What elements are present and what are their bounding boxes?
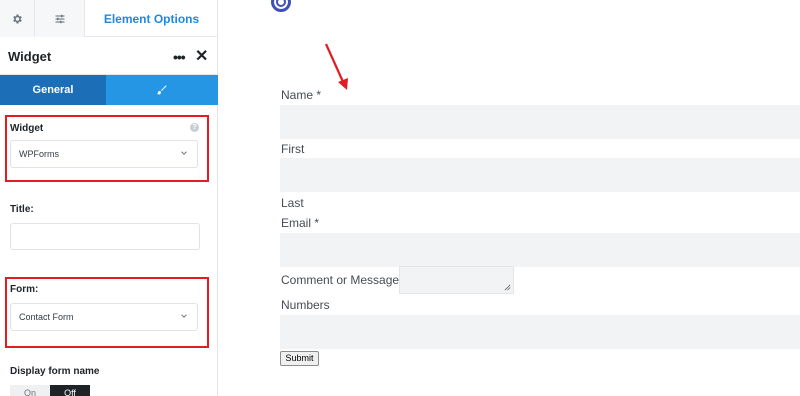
email-label: Email * — [281, 216, 320, 230]
sliders-icon — [55, 14, 64, 23]
display-form-name-toggle[interactable]: On Off — [10, 385, 90, 396]
tab-general-label: General — [32, 84, 74, 96]
gear-icon — [13, 14, 22, 23]
toggle-off-option[interactable]: Off — [50, 385, 90, 396]
title-field-label: Title: — [10, 204, 34, 215]
name-last-input[interactable] — [280, 158, 800, 192]
page-root: Element Options Widget ••• ✕ General Wid… — [0, 0, 800, 396]
display-form-name-label: Display form name — [10, 366, 100, 377]
panel-title: Widget — [8, 49, 52, 64]
resize-handle-icon[interactable] — [504, 284, 511, 291]
comment-textarea[interactable] — [399, 266, 514, 294]
sidebar-top-tabs: Element Options — [0, 0, 218, 37]
element-options-sidebar: Element Options Widget ••• ✕ General Wid… — [0, 0, 218, 396]
tab-general[interactable]: General — [0, 75, 106, 105]
loading-spinner-icon — [271, 0, 291, 12]
comment-label: Comment or Message * — [281, 273, 408, 287]
sliders-tab[interactable] — [35, 0, 85, 37]
widget-header: Widget ••• ✕ — [0, 37, 218, 75]
close-icon[interactable]: ✕ — [195, 46, 208, 66]
section-tabs: General — [0, 75, 218, 105]
name-first-input[interactable] — [280, 105, 800, 139]
name-label: Name * — [281, 88, 322, 102]
numbers-input[interactable] — [280, 315, 800, 349]
tab-element-options-label: Element Options — [103, 11, 200, 26]
title-input[interactable] — [10, 223, 200, 250]
email-input[interactable] — [280, 233, 800, 267]
highlight-box-widget — [5, 115, 209, 182]
settings-tab[interactable] — [0, 0, 35, 37]
tab-element-options[interactable]: Element Options — [85, 0, 218, 37]
first-sublabel: First — [281, 142, 305, 156]
brush-icon — [157, 85, 167, 95]
more-options-icon[interactable]: ••• — [173, 49, 186, 65]
tab-style[interactable] — [106, 75, 218, 105]
annotation-arrow-icon — [324, 43, 348, 90]
numbers-label: Numbers — [281, 298, 330, 312]
highlight-box-form — [5, 277, 209, 348]
submit-button[interactable]: Submit — [280, 351, 319, 366]
last-sublabel: Last — [281, 196, 304, 210]
toggle-on-option[interactable]: On — [10, 385, 50, 396]
